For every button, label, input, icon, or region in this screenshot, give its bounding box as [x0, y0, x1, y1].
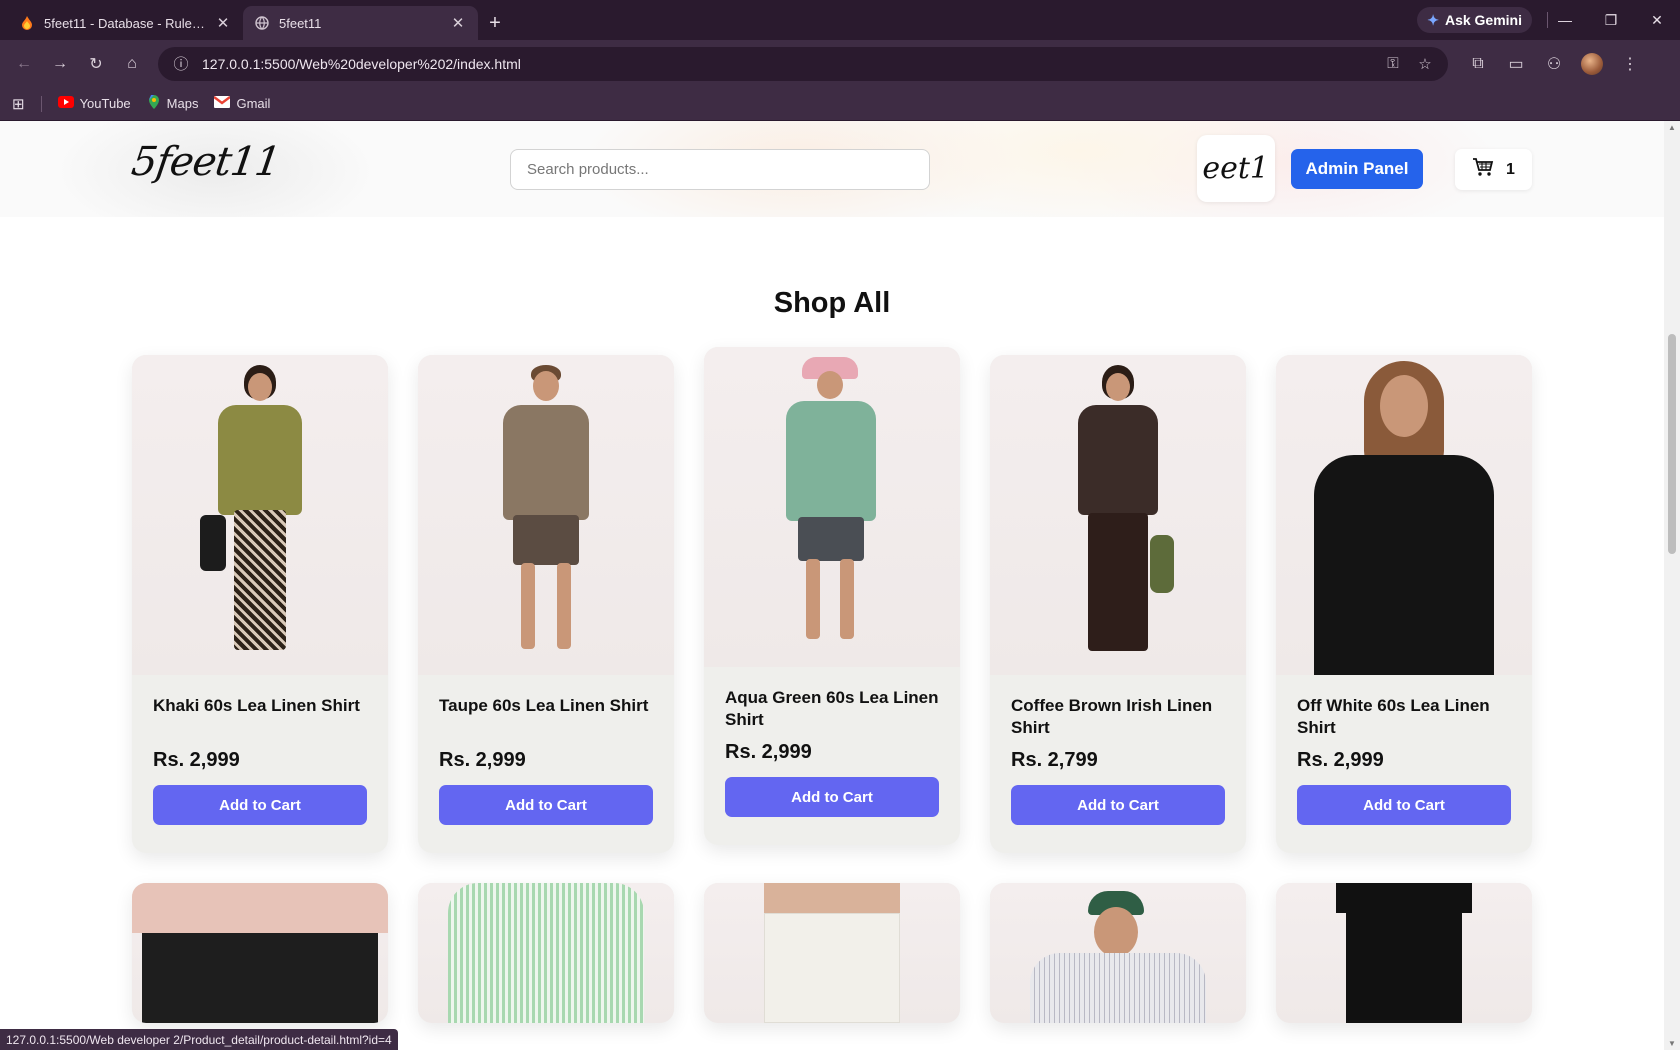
profile-avatar[interactable] — [1576, 48, 1608, 80]
product-image[interactable] — [704, 883, 960, 1023]
product-card[interactable]: Khaki 60s Lea Linen Shirt Rs. 2,999 Add … — [132, 355, 388, 853]
gemini-label: Ask Gemini — [1444, 12, 1522, 28]
apps-grid-icon[interactable]: ⊞ — [12, 95, 25, 113]
cart-count: 1 — [1506, 160, 1515, 178]
product-grid-row-2 — [132, 883, 1532, 1023]
add-to-cart-button[interactable]: Add to Cart — [1297, 785, 1511, 825]
add-to-cart-button[interactable]: Add to Cart — [1011, 785, 1225, 825]
bookmark-maps[interactable]: Maps — [147, 95, 199, 112]
youtube-icon — [57, 96, 74, 111]
product-card[interactable] — [132, 883, 388, 1023]
product-price: Rs. 2,999 — [725, 741, 812, 763]
add-to-cart-button[interactable]: Add to Cart — [153, 785, 367, 825]
new-tab-button[interactable]: + — [478, 6, 512, 40]
bookmarks-bar: ⊞ YouTube Maps Gmail — [0, 87, 1680, 121]
page-title: Shop All — [773, 287, 891, 319]
status-bar-link-preview: 127.0.0.1:5500/Web developer 2/Product_d… — [0, 1029, 398, 1050]
mini-logo[interactable]: eet1 — [1197, 135, 1275, 202]
home-icon[interactable]: ⌂ — [116, 48, 148, 80]
key-icon[interactable]: ⚿ — [1382, 55, 1404, 72]
firebase-icon — [20, 16, 34, 30]
gemini-icon: ✦ — [1427, 11, 1439, 28]
url-text: 127.0.0.1:5500/Web%20developer%202/index… — [202, 55, 521, 72]
product-image[interactable] — [990, 883, 1246, 1023]
product-name[interactable]: Taupe 60s Lea Linen Shirt — [439, 695, 653, 739]
restore-icon[interactable]: ❐ — [1588, 0, 1634, 40]
product-price: Rs. 2,999 — [439, 749, 526, 771]
product-card[interactable]: Coffee Brown Irish Linen Shirt Rs. 2,799… — [990, 355, 1246, 853]
product-card[interactable]: Aqua Green 60s Lea Linen Shirt Rs. 2,999… — [704, 347, 960, 845]
browser-toolbar: ← → ↻ ⌂ ⓘ 127.0.0.1:5500/Web%20developer… — [0, 40, 1680, 87]
cart-icon — [1472, 157, 1494, 182]
product-image[interactable] — [418, 883, 674, 1023]
site-info-icon[interactable]: ⓘ — [170, 53, 192, 74]
extensions-icon[interactable]: ⧉ — [1462, 48, 1494, 80]
product-image[interactable] — [418, 355, 674, 675]
product-price: Rs. 2,799 — [1011, 749, 1098, 771]
close-icon[interactable]: ✕ — [215, 14, 231, 32]
product-image[interactable] — [990, 355, 1246, 675]
reload-icon[interactable]: ↻ — [80, 48, 112, 80]
reading-list-icon[interactable]: ▭ — [1500, 48, 1532, 80]
close-window-icon[interactable]: ✕ — [1634, 0, 1680, 40]
gmail-icon — [213, 96, 232, 111]
browser-tab-firebase[interactable]: 5feet11 - Database - Rules - Fir ✕ — [8, 6, 243, 40]
address-bar[interactable]: ⓘ 127.0.0.1:5500/Web%20developer%202/ind… — [158, 46, 1448, 81]
cart-button[interactable]: 1 — [1455, 149, 1532, 190]
product-price: Rs. 2,999 — [1297, 749, 1384, 771]
forward-icon[interactable]: → — [44, 48, 76, 80]
product-image[interactable] — [1276, 883, 1532, 1023]
maps-icon — [147, 95, 161, 112]
product-name[interactable]: Off White 60s Lea Linen Shirt — [1297, 695, 1511, 739]
product-card[interactable]: Taupe 60s Lea Linen Shirt Rs. 2,999 Add … — [418, 355, 674, 853]
product-grid: Khaki 60s Lea Linen Shirt Rs. 2,999 Add … — [132, 347, 1532, 853]
divider — [40, 95, 42, 112]
product-card[interactable] — [1276, 883, 1532, 1023]
add-to-cart-button[interactable]: Add to Cart — [725, 777, 939, 817]
bookmark-youtube[interactable]: YouTube — [57, 96, 131, 111]
product-card[interactable] — [418, 883, 674, 1023]
bookmark-label: Maps — [166, 96, 199, 111]
bookmark-label: YouTube — [79, 96, 131, 111]
product-name[interactable]: Aqua Green 60s Lea Linen Shirt — [725, 687, 939, 731]
incognito-icon[interactable]: ⚇ — [1538, 48, 1570, 80]
close-icon[interactable]: ✕ — [450, 14, 466, 32]
menu-icon[interactable]: ⋮ — [1614, 48, 1646, 80]
browser-tab-active[interactable]: 5feet11 ✕ — [243, 6, 478, 40]
site-logo[interactable]: 5feet11 — [129, 139, 283, 185]
minimize-icon[interactable]: — — [1542, 0, 1588, 40]
add-to-cart-button[interactable]: Add to Cart — [439, 785, 653, 825]
tab-title: 5feet11 - Database - Rules - Fir — [44, 15, 205, 31]
bookmark-gmail[interactable]: Gmail — [213, 96, 271, 111]
page-viewport: 5feet11 eet1 Admin Panel 1 Shop All — [0, 121, 1664, 1050]
scroll-up-icon[interactable]: ▲ — [1668, 123, 1676, 132]
browser-tab-strip: 5feet11 - Database - Rules - Fir ✕ 5feet… — [0, 0, 1680, 40]
product-image[interactable] — [132, 883, 388, 1023]
ask-gemini-button[interactable]: ✦ Ask Gemini — [1417, 7, 1532, 33]
product-card[interactable] — [704, 883, 960, 1023]
page-scrollbar[interactable]: ▲ ▼ — [1664, 121, 1680, 1050]
globe-icon — [255, 16, 269, 30]
search-input[interactable] — [510, 149, 930, 190]
product-card[interactable]: Off White 60s Lea Linen Shirt Rs. 2,999 … — [1276, 355, 1532, 853]
product-image[interactable] — [704, 347, 960, 667]
product-image[interactable] — [1276, 355, 1532, 675]
bookmark-label: Gmail — [236, 96, 271, 111]
back-icon[interactable]: ← — [8, 48, 40, 80]
product-name[interactable]: Khaki 60s Lea Linen Shirt — [153, 695, 367, 739]
product-name[interactable]: Coffee Brown Irish Linen Shirt — [1011, 695, 1225, 739]
product-price: Rs. 2,999 — [153, 749, 240, 771]
site-header: 5feet11 eet1 Admin Panel 1 — [0, 121, 1664, 217]
admin-panel-button[interactable]: Admin Panel — [1291, 149, 1423, 189]
product-card[interactable] — [990, 883, 1246, 1023]
tab-title: 5feet11 — [279, 15, 322, 31]
scrollbar-thumb[interactable] — [1668, 334, 1676, 554]
scroll-down-icon[interactable]: ▼ — [1668, 1039, 1676, 1048]
bookmark-star-icon[interactable]: ☆ — [1414, 55, 1436, 73]
product-image[interactable] — [132, 355, 388, 675]
